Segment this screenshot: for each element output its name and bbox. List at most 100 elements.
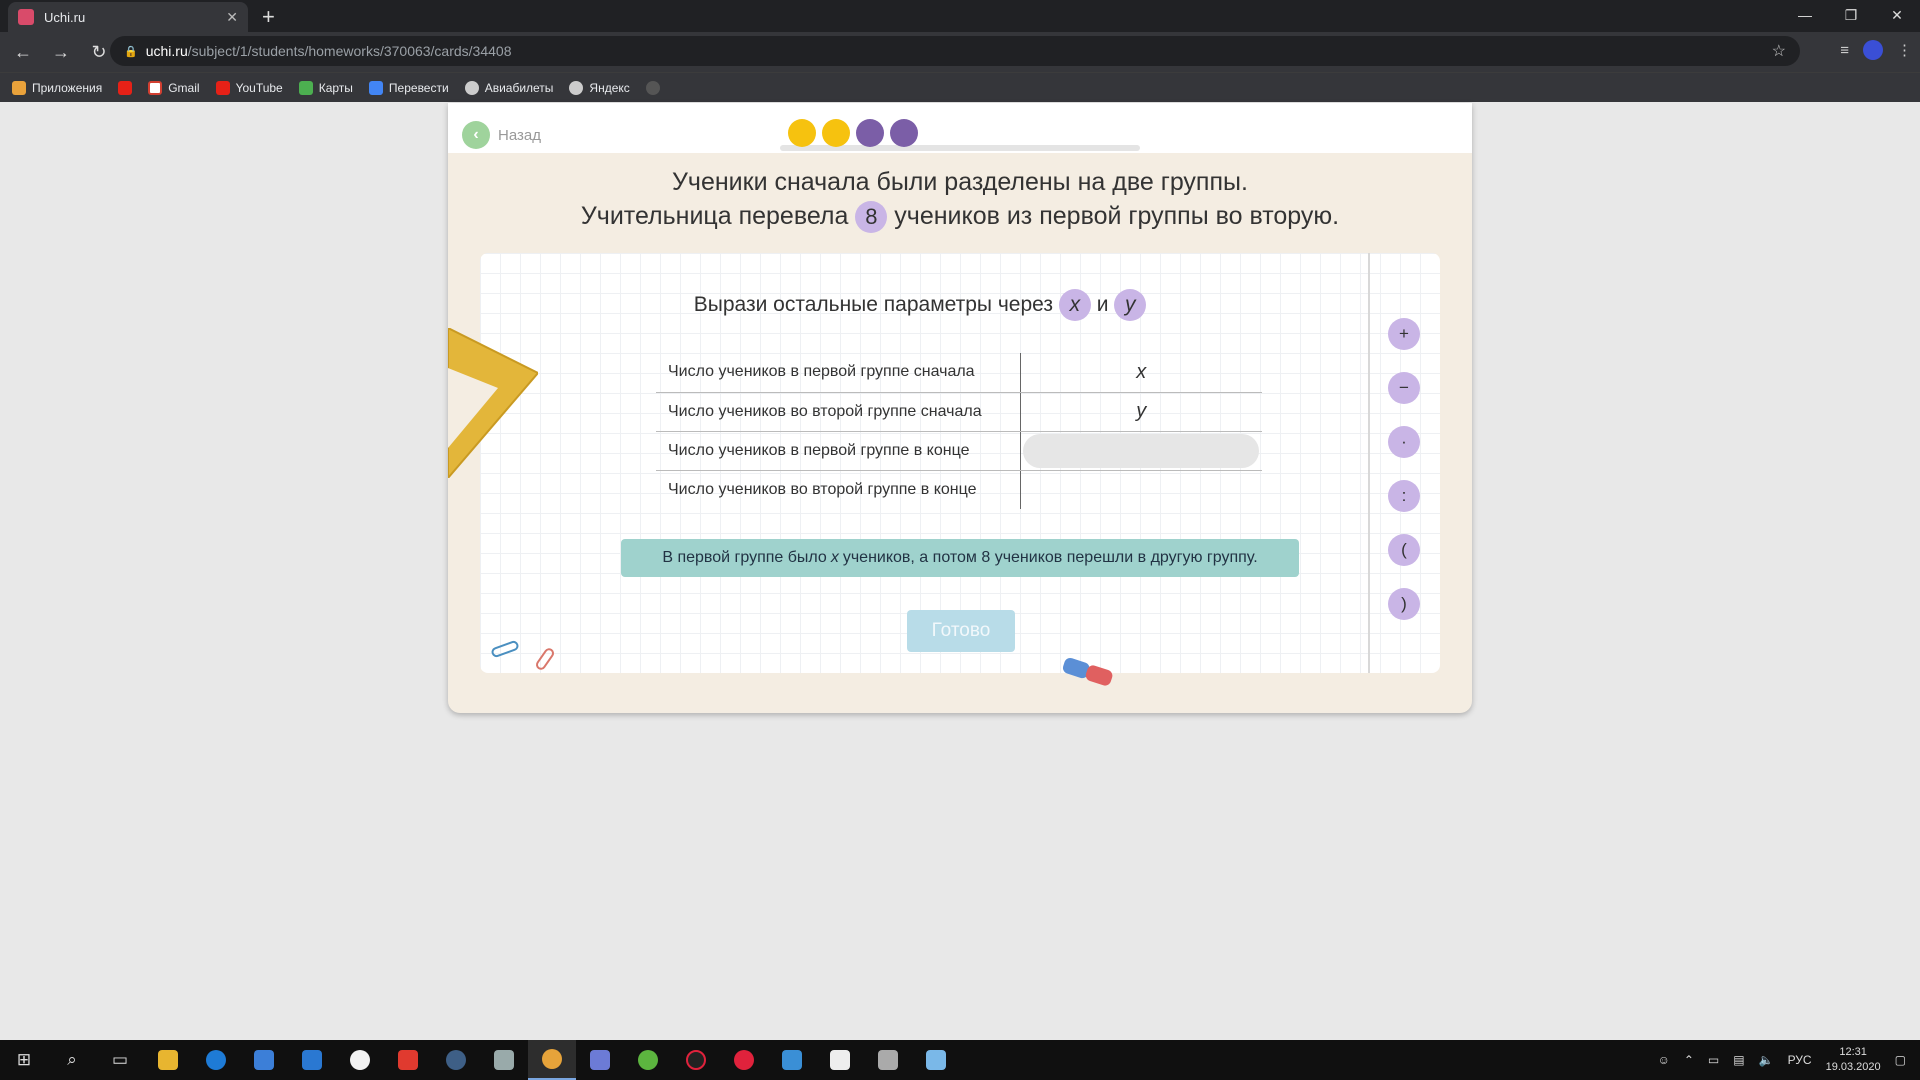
favicon-icon xyxy=(18,9,34,25)
restore-icon[interactable]: ❐ xyxy=(1828,0,1874,30)
translate-icon xyxy=(368,80,383,95)
task-line-2: Учительница перевела 8 учеников из перво… xyxy=(448,199,1472,233)
bookmark-star-icon[interactable]: ☆ xyxy=(1772,41,1786,61)
close-paren-button[interactable]: ) xyxy=(1388,588,1420,620)
bookmark-youtube[interactable]: YouTube xyxy=(215,80,283,95)
url-path: /subject/1/students/homeworks/370063/car… xyxy=(187,43,512,59)
progress-dot xyxy=(822,119,850,147)
bookmark-translate[interactable]: Перевести xyxy=(368,80,449,95)
plus-button[interactable]: + xyxy=(1388,318,1420,350)
menu-kebab-icon[interactable]: ⋮ xyxy=(1897,41,1912,59)
utorrent-icon[interactable] xyxy=(624,1040,672,1080)
number-badge: 8 xyxy=(855,201,888,233)
globe-icon xyxy=(569,80,584,95)
back-arrow-icon[interactable]: ← xyxy=(8,42,38,63)
toolbar-right: ≡ ⋮ xyxy=(1840,40,1912,60)
clock-time: 12:31 xyxy=(1839,1046,1867,1058)
multiply-button[interactable]: · xyxy=(1388,426,1420,458)
variable-x-badge: x xyxy=(1058,289,1091,321)
youtube-icon xyxy=(118,80,133,95)
bookmark-yandex[interactable]: Яндекс xyxy=(569,80,630,95)
people-icon[interactable]: ☺ xyxy=(1658,1053,1670,1067)
row-label: Число учеников в первой группе в конце xyxy=(656,431,1021,471)
row-label: Число учеников во второй группе в конце xyxy=(656,470,1021,509)
network-icon[interactable]: ▤ xyxy=(1733,1053,1744,1067)
chevron-left-icon: ‹ xyxy=(462,121,490,149)
volume-icon[interactable]: 🔈 xyxy=(1759,1053,1774,1067)
mail-icon[interactable] xyxy=(288,1040,336,1080)
open-paren-button[interactable]: ( xyxy=(1388,534,1420,566)
browser-toolbar: ← → ↻ 🔒 uchi.ru /subject/1/students/home… xyxy=(0,32,1920,72)
bookmark-gmail[interactable]: Gmail xyxy=(148,80,200,95)
operator-panel: + − · : ( ) xyxy=(1388,318,1420,620)
table-row: Число учеников в первой группе сначала x xyxy=(656,353,1262,393)
yandex-browser-icon[interactable] xyxy=(336,1040,384,1080)
apps-grid-icon xyxy=(12,80,26,95)
clock[interactable]: 12:31 19.03.2020 xyxy=(1826,1045,1881,1075)
photos-icon[interactable] xyxy=(816,1040,864,1080)
window-controls: — ❐ ✕ xyxy=(1782,0,1920,30)
eraser-icon xyxy=(1062,658,1113,686)
ruler-icon xyxy=(448,328,538,478)
chevron-up-icon[interactable]: ⌃ xyxy=(1684,1053,1694,1067)
hint-box: В первой группе было x учеников, а потом… xyxy=(621,539,1299,577)
table-row: Число учеников в первой группе в конце xyxy=(656,431,1262,471)
row-label: Число учеников во второй группе сначала xyxy=(656,392,1021,432)
browser-tab[interactable]: Uchi.ru ✕ xyxy=(8,2,248,32)
profile-avatar[interactable] xyxy=(1863,40,1883,60)
media-queue-icon[interactable]: ≡ xyxy=(1840,42,1849,59)
row-value: y xyxy=(1020,392,1262,432)
progress-dot xyxy=(890,119,918,147)
tab-bar: Uchi.ru ✕ + — ❐ ✕ xyxy=(0,0,1920,32)
opera-gx-icon[interactable] xyxy=(672,1040,720,1080)
steam-icon[interactable] xyxy=(432,1040,480,1080)
windows-taskbar: ⊞ ⌕ ▭ ☺ ⌃ ▭ ▤ 🔈 РУС 12:31 19.03.2020 ▢ xyxy=(0,1040,1920,1080)
forward-arrow-icon[interactable]: → xyxy=(46,42,76,63)
store-icon[interactable] xyxy=(240,1040,288,1080)
discord-icon[interactable] xyxy=(576,1040,624,1080)
address-bar[interactable]: 🔒 uchi.ru /subject/1/students/homeworks/… xyxy=(110,36,1800,66)
youtube-icon xyxy=(215,80,230,95)
worksheet-subtitle: Вырази остальные параметры через x и y xyxy=(480,289,1360,321)
task-view-icon[interactable]: ▭ xyxy=(96,1040,144,1080)
minus-button[interactable]: − xyxy=(1388,372,1420,404)
bookmark-flights[interactable]: Авиабилеты xyxy=(464,80,553,95)
back-button[interactable]: ‹ Назад xyxy=(462,121,541,149)
variable-y-badge: y xyxy=(1114,289,1147,321)
edge-icon[interactable] xyxy=(192,1040,240,1080)
done-button[interactable]: Готово xyxy=(907,610,1015,652)
panel-divider xyxy=(1368,253,1370,673)
parameters-table: Число учеников в первой группе сначала x… xyxy=(656,353,1262,509)
bookmark-apps[interactable]: Приложения xyxy=(12,80,102,95)
minimize-icon[interactable]: — xyxy=(1782,0,1828,30)
maps-icon xyxy=(298,80,313,95)
divide-button[interactable]: : xyxy=(1388,480,1420,512)
opera-icon[interactable] xyxy=(720,1040,768,1080)
new-tab-icon[interactable]: + xyxy=(262,4,275,30)
unity-icon[interactable] xyxy=(864,1040,912,1080)
gear-icon xyxy=(645,80,660,95)
hint-variable: x xyxy=(830,549,839,566)
battery-icon[interactable]: ▭ xyxy=(1708,1053,1719,1067)
app-icon[interactable] xyxy=(480,1040,528,1080)
chrome-icon[interactable] xyxy=(528,1040,576,1080)
network-app-icon[interactable] xyxy=(768,1040,816,1080)
windows-start-icon[interactable]: ⊞ xyxy=(0,1040,48,1080)
lesson-card: ‹ Назад Ученики сначала были разделены н… xyxy=(448,103,1472,713)
answer-cell xyxy=(1020,431,1262,471)
bookmark-extra[interactable] xyxy=(645,80,660,95)
answer-input[interactable] xyxy=(1023,433,1260,468)
bookmark-maps[interactable]: Карты xyxy=(298,80,353,95)
notifications-icon[interactable]: ▢ xyxy=(1895,1053,1906,1067)
close-window-icon[interactable]: ✕ xyxy=(1874,0,1920,30)
system-tray: ☺ ⌃ ▭ ▤ 🔈 РУС 12:31 19.03.2020 ▢ xyxy=(1658,1040,1920,1080)
bookmark-youtube-icon-only[interactable] xyxy=(118,80,133,95)
search-icon[interactable]: ⌕ xyxy=(48,1040,96,1080)
back-label: Назад xyxy=(498,126,541,144)
language-indicator[interactable]: РУС xyxy=(1788,1053,1812,1067)
file-explorer-icon[interactable] xyxy=(144,1040,192,1080)
paperclips-icon xyxy=(491,640,555,670)
close-tab-icon[interactable]: ✕ xyxy=(226,9,238,26)
notepad-icon[interactable] xyxy=(912,1040,960,1080)
yandex-icon[interactable] xyxy=(384,1040,432,1080)
